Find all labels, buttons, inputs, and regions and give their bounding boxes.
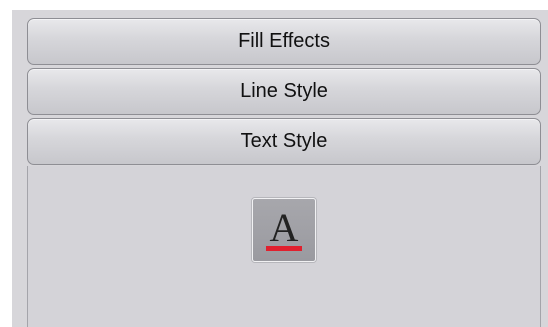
text-style-button[interactable]: Text Style bbox=[27, 118, 541, 165]
font-glyph: A bbox=[270, 205, 299, 250]
text-style-content: A bbox=[27, 166, 541, 327]
font-color-swatch[interactable]: A bbox=[252, 198, 316, 262]
font-color-icon: A bbox=[266, 205, 302, 251]
fill-effects-button[interactable]: Fill Effects bbox=[27, 18, 541, 65]
text-style-label: Text Style bbox=[240, 130, 328, 152]
fill-effects-label: Fill Effects bbox=[238, 30, 330, 52]
format-panel: Fill Effects Line Style Text Style A bbox=[12, 10, 548, 327]
line-style-label: Line Style bbox=[240, 80, 328, 102]
font-color-underline bbox=[266, 246, 302, 251]
line-style-button[interactable]: Line Style bbox=[27, 68, 541, 115]
